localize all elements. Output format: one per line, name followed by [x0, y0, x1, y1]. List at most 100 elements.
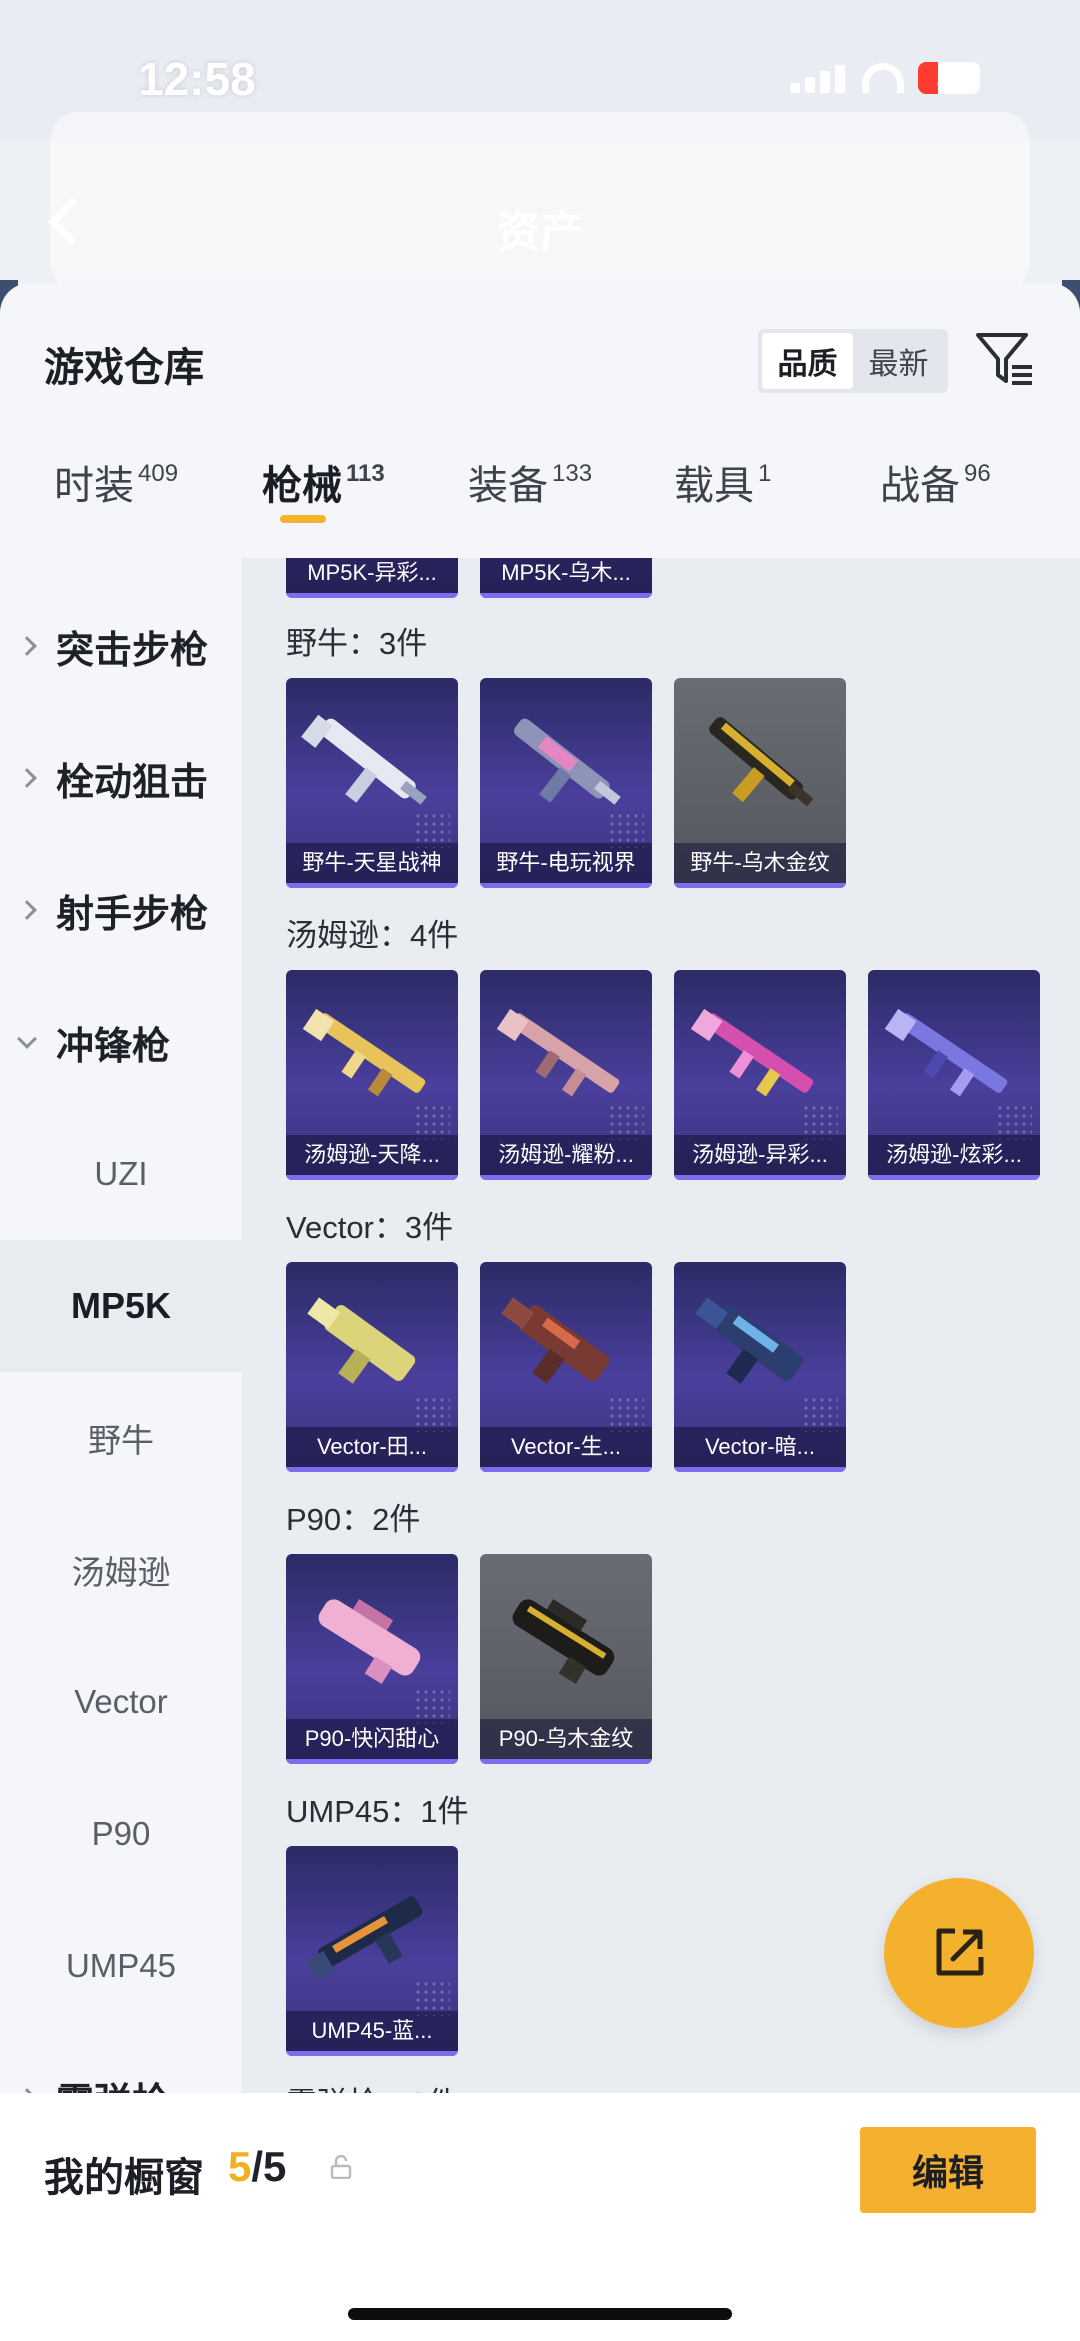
- skin-card[interactable]: 汤姆逊-异彩...: [674, 970, 846, 1180]
- tab-equipment[interactable]: 装备 133: [468, 453, 592, 511]
- signal-icon: [790, 63, 848, 93]
- sidebar-sub-uzi[interactable]: UZI: [0, 1108, 242, 1240]
- warehouse-sheet: 游戏仓库 品质 最新 时装 409 枪械 113 装备 133 载具 1 战备 96 突击…: [0, 283, 1080, 2093]
- sidebar-item-shotgun[interactable]: 霰弹枪: [0, 2032, 242, 2093]
- tab-supplies[interactable]: 战备 96: [880, 453, 991, 511]
- showcase-label: 我的橱窗: [44, 2156, 204, 2200]
- gun-image: [306, 1896, 423, 1980]
- skin-name: Vector-田...: [286, 1427, 458, 1467]
- skin-name: MP5K-乌木...: [480, 558, 652, 593]
- page-title: 资产: [496, 208, 584, 257]
- tab-count: 96: [964, 460, 991, 487]
- sidebar-item-assault-rifle[interactable]: 突击步枪: [0, 580, 242, 712]
- filter-button[interactable]: [974, 327, 1034, 391]
- tab-fashion[interactable]: 时装 409: [54, 453, 178, 511]
- tab-label: 战备: [880, 464, 960, 508]
- group-label: 野牛：3件: [286, 626, 428, 661]
- group-label: 汤姆逊：4件: [286, 918, 459, 953]
- sidebar-item-smg[interactable]: 冲锋枪: [0, 976, 242, 1108]
- sheet-title: 游戏仓库: [44, 346, 204, 390]
- tab-count: 1: [758, 460, 772, 487]
- lock-icon: [330, 2155, 352, 2179]
- share-button[interactable]: [884, 1878, 1034, 2028]
- sort-quality-button[interactable]: 品质: [762, 333, 853, 389]
- status-bar: 12:58 20: [0, 0, 1080, 290]
- sidebar-item-bolt-sniper[interactable]: 栓动狙击: [0, 712, 242, 844]
- skin-card[interactable]: 汤姆逊-炫彩...: [868, 970, 1040, 1180]
- tab-firearms[interactable]: 枪械 113: [262, 453, 385, 511]
- weapon-sidebar: 突击步枪 栓动狙击 射手步枪 冲锋枪 UZI MP5K 野牛 汤姆逊 Vecto…: [0, 558, 242, 2093]
- battery-icon: 20: [918, 62, 980, 94]
- skin-card[interactable]: P90-乌木金纹: [480, 1554, 652, 1764]
- skin-name: 汤姆逊-异彩...: [674, 1135, 846, 1175]
- sidebar-sub-thompson[interactable]: 汤姆逊: [0, 1504, 242, 1636]
- battery-level: 20: [936, 65, 962, 90]
- sidebar-item-label: 栓动狙击: [56, 761, 209, 804]
- skin-card[interactable]: Vector-生...: [480, 1262, 652, 1472]
- skin-card[interactable]: 汤姆逊-天降...: [286, 970, 458, 1180]
- sidebar-sub-ump45[interactable]: UMP45: [0, 1900, 242, 2032]
- gun-image: [690, 1008, 814, 1097]
- gun-image: [709, 717, 814, 807]
- chevron-right-icon: [17, 636, 37, 656]
- skin-name: 野牛-乌木金纹: [674, 843, 846, 883]
- gun-image: [318, 1599, 421, 1684]
- skin-name: Vector-暗...: [674, 1427, 846, 1467]
- skin-card[interactable]: MP5K-异彩...: [286, 558, 458, 598]
- showcase-count: 5/5: [228, 2143, 286, 2191]
- sidebar-sub-p90[interactable]: P90: [0, 1768, 242, 1900]
- tab-vehicles[interactable]: 载具 1: [674, 453, 771, 511]
- tab-label: 载具: [674, 464, 754, 508]
- sidebar-item-label: 冲锋枪: [56, 1025, 171, 1068]
- sidebar-sub-vector[interactable]: Vector: [0, 1636, 242, 1768]
- group-label: UMP45：1件: [286, 1794, 469, 1829]
- tab-indicator: [280, 515, 326, 523]
- showcase-count-total: /5: [251, 2143, 287, 2190]
- gun-image: [695, 1297, 804, 1384]
- status-time: 12:58: [138, 53, 256, 105]
- group-label: Vector：3件: [286, 1210, 454, 1245]
- gun-image: [501, 1297, 610, 1384]
- wifi-icon: [862, 63, 904, 93]
- skin-card[interactable]: 汤姆逊-耀粉...: [480, 970, 652, 1180]
- tab-label: 枪械: [262, 464, 342, 508]
- gun-image: [496, 1008, 620, 1097]
- sidebar-sub-bison[interactable]: 野牛: [0, 1372, 242, 1504]
- tab-count: 113: [346, 460, 385, 487]
- skin-card[interactable]: UMP45-蓝...: [286, 1846, 458, 2056]
- sidebar-item-marksman-rifle[interactable]: 射手步枪: [0, 844, 242, 976]
- group-label: P90：2件: [286, 1502, 421, 1537]
- skin-name: UMP45-蓝...: [286, 2011, 458, 2051]
- gun-image: [514, 718, 621, 805]
- gun-image: [512, 1599, 615, 1684]
- sort-latest-button[interactable]: 最新: [853, 333, 944, 389]
- skin-card[interactable]: Vector-田...: [286, 1262, 458, 1472]
- sort-toggle: 品质 最新: [758, 329, 948, 393]
- category-tabs: 时装 409 枪械 113 装备 133 载具 1 战备 96: [0, 423, 1080, 523]
- edit-button[interactable]: 编辑: [860, 2127, 1036, 2213]
- skin-name: Vector-生...: [480, 1427, 652, 1467]
- skin-name: 汤姆逊-炫彩...: [868, 1135, 1040, 1175]
- skin-card[interactable]: 野牛-电玩视界: [480, 678, 652, 888]
- chevron-down-icon: [17, 1029, 37, 1049]
- sidebar-sub-mp5k[interactable]: MP5K: [0, 1240, 242, 1372]
- skin-name: P90-快闪甜心: [286, 1719, 458, 1759]
- skin-card[interactable]: 野牛-乌木金纹: [674, 678, 846, 888]
- filter-icon: [976, 333, 1032, 385]
- gun-image: [301, 714, 427, 805]
- gun-image: [884, 1008, 1008, 1097]
- skin-card[interactable]: Vector-暗...: [674, 1262, 846, 1472]
- tab-label: 装备: [468, 464, 548, 508]
- group-label: 霰弹枪：9件: [286, 2078, 458, 2093]
- skin-name: 汤姆逊-天降...: [286, 1135, 458, 1175]
- skin-card[interactable]: P90-快闪甜心: [286, 1554, 458, 1764]
- sidebar-item-label: 霰弹枪: [56, 2071, 170, 2094]
- showcase-count-current: 5: [228, 2143, 252, 2190]
- skin-card[interactable]: 野牛-天星战神: [286, 678, 458, 888]
- chevron-right-icon: [17, 900, 37, 920]
- skin-name: P90-乌木金纹: [480, 1719, 652, 1759]
- weapon-list: MP5K-异彩... MP5K-乌木... 野牛：3件 野牛-天星战神 野牛-电…: [242, 558, 1080, 2093]
- tab-count: 409: [138, 460, 179, 487]
- skin-card[interactable]: MP5K-乌木...: [480, 558, 652, 598]
- skin-name: 野牛-天星战神: [286, 843, 458, 883]
